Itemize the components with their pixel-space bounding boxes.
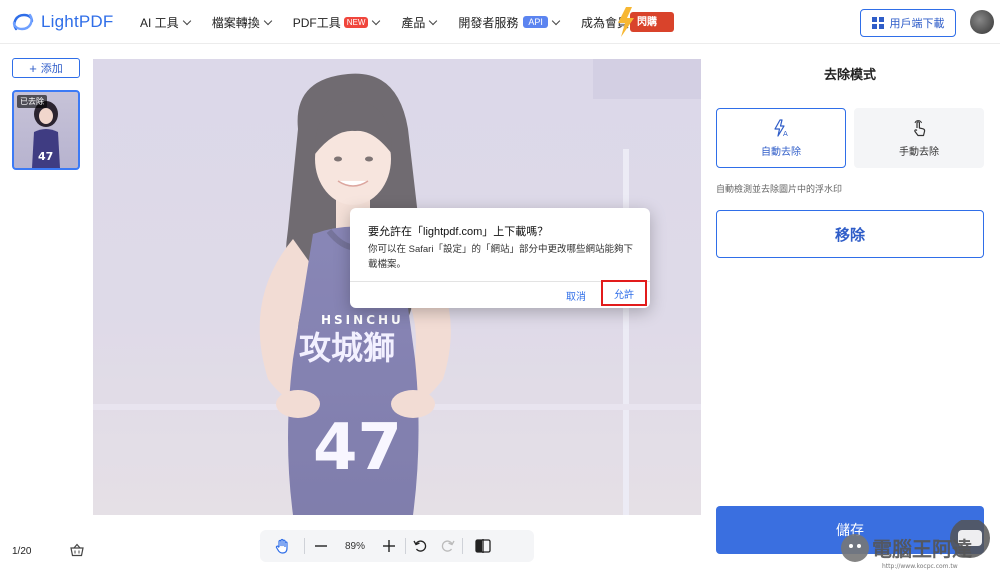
windows-icon <box>871 17 884 29</box>
chevron-down-icon <box>182 16 191 25</box>
zoom-out-button[interactable] <box>305 530 337 562</box>
mode-description: 自動檢測並去除圖片中的浮水印 <box>716 184 843 194</box>
nav-developer[interactable]: 開發者服務 API <box>458 14 561 31</box>
plus-icon: + <box>29 60 37 76</box>
nav-products[interactable]: 產品 <box>401 14 438 31</box>
dialog-message: 你可以在 Safari「設定」的「網站」部分中更改哪些網站能夠下載檔案。 <box>368 244 633 270</box>
pan-tool-button[interactable] <box>260 530 304 562</box>
page-counter: 1/20 <box>12 546 32 557</box>
panel-title: 去除模式 <box>823 67 876 82</box>
chevron-down-icon <box>263 16 272 25</box>
dialog-title: 要允許在「lightpdf.com」上下載嗎？ <box>368 226 549 238</box>
auto-remove-mode[interactable]: A 自動去除 <box>716 108 846 168</box>
add-file-label: 添加 <box>40 63 63 75</box>
dialog-allow-button[interactable]: 允許 <box>601 280 647 306</box>
nav-pdf-tools[interactable]: PDF工具 NEW <box>292 14 381 31</box>
dialog-allow-label: 允許 <box>614 289 634 301</box>
dialog-cancel-button[interactable]: 取消 <box>566 288 586 303</box>
manual-remove-mode[interactable]: 手動去除 <box>854 108 984 168</box>
undo-button[interactable] <box>406 530 434 562</box>
chevron-down-icon <box>372 16 381 25</box>
watermark-url: http://www.kocpc.com.tw <box>882 563 958 570</box>
chevron-down-icon <box>429 16 438 25</box>
nav-pdf-tools-label: PDF工具 <box>292 15 341 30</box>
top-header: LightPDF AI 工具 檔案轉換 PDF工具 NEW 產品 開發者服務 A… <box>0 0 1000 44</box>
undo-icon <box>413 540 427 552</box>
manual-remove-label: 手動去除 <box>899 146 939 158</box>
hand-icon <box>275 538 288 554</box>
brand-name: LightPDF <box>41 12 114 31</box>
chevron-down-icon <box>551 16 561 25</box>
nav-developer-label: 開發者服務 <box>458 15 519 30</box>
minus-icon <box>315 545 327 547</box>
brand-logo[interactable]: LightPDF <box>10 9 113 35</box>
plus-icon <box>383 540 395 552</box>
flash-sale-label: 閃購 <box>637 17 657 28</box>
nav-ai-tools-label: AI 工具 <box>140 15 179 30</box>
watermark-text: 電腦王阿達 <box>872 537 972 561</box>
canvas-toolbar: 89% <box>260 530 534 562</box>
lightpdf-logo-icon <box>12 13 34 31</box>
desktop-download-button[interactable]: 用戶端下載 <box>860 9 956 37</box>
auto-magic-icon: A <box>774 118 788 137</box>
nav-ai-tools[interactable]: AI 工具 <box>140 14 191 31</box>
new-badge: NEW <box>343 16 369 28</box>
compare-button[interactable] <box>463 530 503 562</box>
compare-icon <box>475 539 491 553</box>
processed-tag: 已去除 <box>17 95 47 108</box>
desktop-download-label: 用戶端下載 <box>889 18 945 30</box>
remove-button[interactable]: 移除 <box>716 210 984 258</box>
redo-button[interactable] <box>434 530 462 562</box>
svg-text:A: A <box>783 130 788 137</box>
add-file-button[interactable]: + 添加 <box>12 58 80 78</box>
redo-icon <box>441 540 455 552</box>
site-watermark-logo: 電腦王阿達 http://www.kocpc.com.tw <box>841 520 990 570</box>
nav-products-label: 產品 <box>401 15 426 30</box>
download-permission-dialog: 要允許在「lightpdf.com」上下載嗎？ 你可以在 Safari「設定」的… <box>350 208 650 308</box>
svg-text:47: 47 <box>38 150 53 163</box>
auto-remove-label: 自動去除 <box>761 146 801 158</box>
basket-icon[interactable] <box>70 543 84 557</box>
zoom-level: 89% <box>344 540 365 552</box>
page-thumbnail[interactable]: 已去除 47 <box>12 90 80 170</box>
main-nav: AI 工具 檔案轉換 PDF工具 NEW 產品 開發者服務 API 成為會員 <box>140 0 651 44</box>
user-avatar[interactable] <box>970 10 994 34</box>
nav-convert-label: 檔案轉換 <box>211 15 260 30</box>
api-badge: API <box>523 16 548 28</box>
tap-hand-icon <box>914 119 926 136</box>
nav-convert[interactable]: 檔案轉換 <box>211 14 272 31</box>
zoom-in-button[interactable] <box>373 530 405 562</box>
